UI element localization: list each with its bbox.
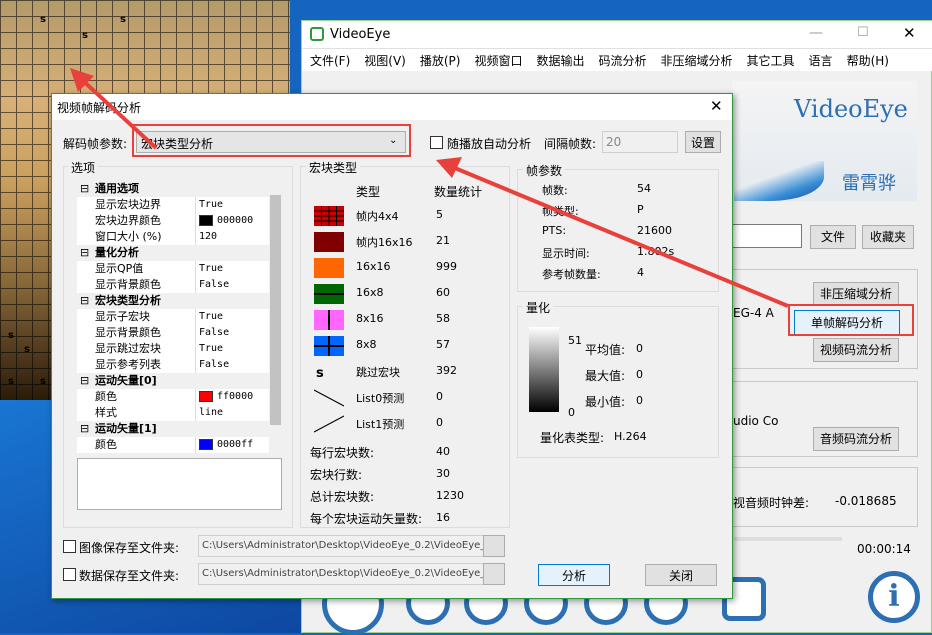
arrow-to-select — [436, 157, 789, 308]
annotation-arrows — [70, 68, 789, 308]
arrow-to-video — [70, 68, 158, 150]
